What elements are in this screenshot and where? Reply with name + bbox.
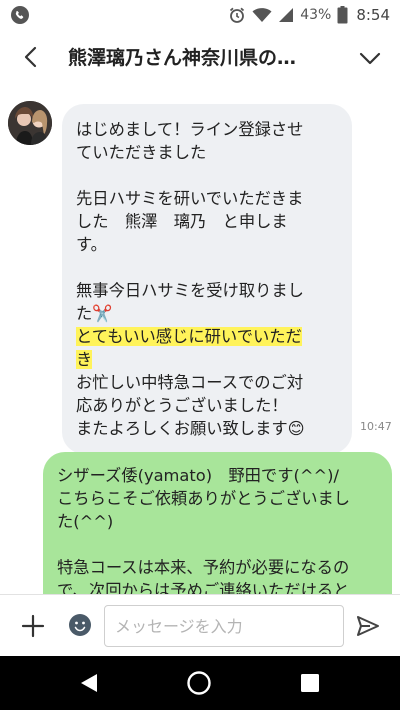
- nav-back-icon[interactable]: [78, 672, 100, 694]
- scissors-emoji-icon: ✂️: [92, 304, 113, 323]
- back-arrow-icon[interactable]: [18, 44, 44, 70]
- phone-icon: [11, 6, 29, 24]
- highlighted-text: とてもいい感じに研いでいただ: [76, 327, 302, 346]
- alarm-icon: [230, 7, 245, 23]
- battery-percent: 43%: [300, 7, 332, 23]
- status-time: 8:54: [356, 6, 390, 24]
- nav-home-icon[interactable]: [186, 670, 212, 696]
- message-text: 無事今日ハサミを受け取りまし: [76, 281, 304, 300]
- incoming-message-bubble[interactable]: はじめまして！ライン登録させ ていただきました 先日ハサミを研いでいただきま し…: [62, 104, 352, 454]
- signal-icon: [279, 8, 294, 22]
- chat-area[interactable]: はじめまして！ライン登録させ ていただきました 先日ハサミを研いでいただきま し…: [0, 84, 400, 594]
- message-input[interactable]: [104, 605, 344, 647]
- message-text: 先日ハサミを研いでいただきま した 熊澤 璃乃 と申しま す。: [76, 189, 304, 254]
- message-text: た: [76, 304, 93, 323]
- highlighted-text: き: [76, 350, 93, 369]
- plus-icon[interactable]: [20, 613, 46, 639]
- avatar[interactable]: [8, 101, 52, 145]
- message-text: お忙しい中特急コースでのご対 応ありがとうございました！ またよろしくお願い致し…: [76, 373, 304, 438]
- battery-icon: [337, 6, 348, 24]
- nav-recent-icon[interactable]: [301, 674, 319, 692]
- smile-emoji-icon: 😊: [287, 419, 305, 438]
- message-text: 特急コースは本来、予約が必要になるの で、次回からは予めご連絡いただけると: [57, 558, 350, 594]
- message-timestamp: 10:47: [360, 420, 392, 433]
- chat-header: 熊澤璃乃さん神奈川県の…: [0, 30, 400, 84]
- status-bar: 43% 8:54: [0, 0, 400, 30]
- chat-title[interactable]: 熊澤璃乃さん神奈川県の…: [68, 43, 336, 70]
- system-nav-bar: [0, 656, 400, 710]
- send-icon[interactable]: [356, 614, 380, 638]
- chevron-down-icon[interactable]: [358, 46, 382, 70]
- wifi-icon: [252, 8, 272, 22]
- outgoing-message-bubble[interactable]: シザーズ倭(yamato) 野田です(^^)/ こちらこそご依頼ありがとうござい…: [43, 452, 392, 594]
- message-input-bar: [0, 594, 400, 656]
- message-text: シザーズ倭(yamato) 野田です(^^)/ こちらこそご依頼ありがとうござい…: [57, 466, 351, 531]
- message-text: はじめまして！ライン登録させ ていただきました: [76, 120, 304, 162]
- emoji-icon[interactable]: [68, 613, 92, 637]
- message-text: 無事今日ハサミを受け取りまし た✂️ とてもいい感じに研いでいただ き お忙しい…: [76, 279, 340, 440]
